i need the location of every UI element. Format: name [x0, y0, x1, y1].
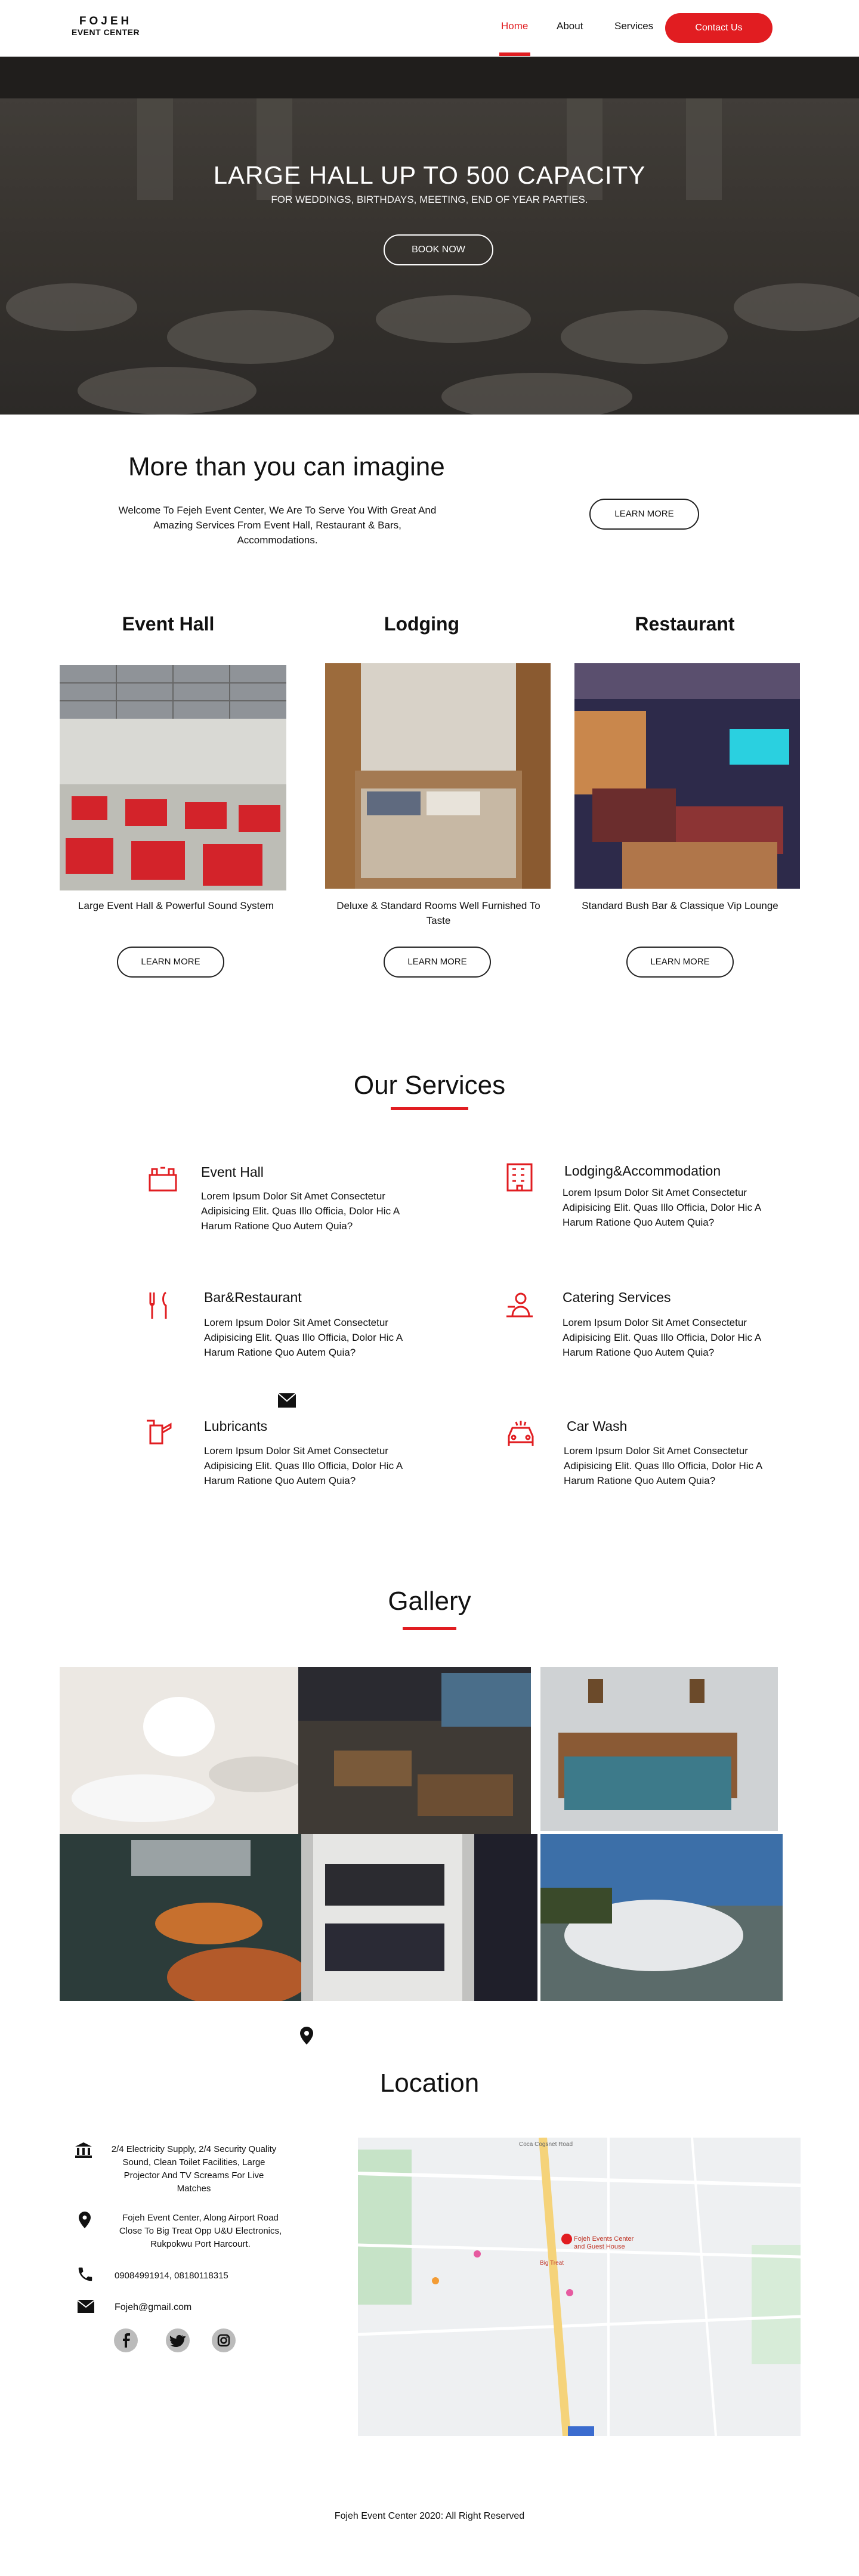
event-hall-learn-more-button[interactable]: LEARN MORE: [117, 947, 224, 978]
email-address[interactable]: Fojeh@gmail.com: [115, 2301, 191, 2314]
twitter-icon[interactable]: [166, 2328, 190, 2352]
service-desc-event-hall: Lorem Ipsum Dolor Sit Amet Consectetur A…: [201, 1190, 400, 1232]
map-road-label: Coca Cogsnet Road: [519, 2141, 573, 2148]
building-icon: [506, 1163, 533, 1192]
lodging-caption: Deluxe & Standard Rooms Well Furnished T…: [336, 900, 540, 926]
logo-line2: EVENT CENTER: [72, 27, 140, 37]
hero-banner: LARGE HALL UP TO 500 CAPACITY FOR WEDDIN…: [0, 57, 859, 415]
gallery-image-car-wash: [540, 1834, 783, 2001]
event-hall-icon: [149, 1167, 177, 1192]
contact-us-button[interactable]: Contact Us: [665, 13, 773, 43]
hero-title: LARGE HALL UP TO 500 CAPACITY: [213, 161, 646, 189]
service-desc-lodging: Lorem Ipsum Dolor Sit Amet Consectetur A…: [563, 1187, 761, 1228]
map-pin-icon: [300, 2027, 313, 2045]
service-desc-car-wash: Lorem Ipsum Dolor Sit Amet Consectetur A…: [564, 1445, 762, 1486]
map-venue-label: Fojeh Events Center and Guest House: [574, 2235, 634, 2250]
location-heading: Location: [379, 2068, 480, 2098]
amenities-text: 2/4 Electricity Supply, 2/4 Security Qua…: [111, 2144, 277, 2194]
nav-services[interactable]: Services: [614, 20, 653, 32]
facebook-icon[interactable]: [114, 2328, 138, 2352]
logo-line1: FOJEH: [79, 15, 132, 27]
navbar: FOJEH EVENT CENTER Home About Services C…: [0, 0, 859, 57]
hero-subtitle: FOR WEDDINGS, BIRTHDAYS, MEETING, END OF…: [271, 194, 588, 205]
lodging-learn-more-button[interactable]: LEARN MORE: [384, 947, 491, 978]
service-name-lodging: Lodging&Accommodation: [564, 1163, 721, 1179]
lodging-image: [325, 663, 551, 889]
event-hall-image: [60, 665, 286, 890]
category-title-event-hall: Event Hall: [122, 613, 215, 635]
service-desc-bar-restaurant: Lorem Ipsum Dolor Sit Amet Consectetur A…: [204, 1317, 403, 1358]
restaurant-image: [574, 663, 800, 889]
oil-can-icon: [147, 1420, 172, 1445]
car-icon: [508, 1421, 534, 1446]
category-title-lodging: Lodging: [384, 613, 460, 635]
intro-text: Welcome To Fejeh Event Center, We Are To…: [118, 505, 437, 546]
mail-icon: [277, 1393, 296, 1408]
services-heading: Our Services: [353, 1071, 506, 1100]
instagram-icon[interactable]: [212, 2328, 236, 2352]
phone-icon: [78, 2267, 92, 2281]
location-pin-icon: [79, 2212, 91, 2228]
gallery-image-lubricant-shelf: [301, 1834, 537, 2001]
gallery-image-bedroom: [540, 1667, 778, 1831]
gallery-heading: Gallery: [388, 1587, 471, 1616]
fork-knife-icon: [149, 1291, 167, 1319]
services-underline: [391, 1107, 468, 1110]
nav-about[interactable]: About: [557, 20, 583, 32]
event-hall-caption: Large Event Hall & Powerful Sound System: [78, 900, 274, 911]
service-name-catering: Catering Services: [563, 1289, 671, 1305]
restaurant-learn-more-button[interactable]: LEARN MORE: [626, 947, 734, 978]
service-desc-lubricants: Lorem Ipsum Dolor Sit Amet Consectetur A…: [204, 1445, 403, 1486]
phone-numbers[interactable]: 09084991914, 08180118315: [115, 2269, 228, 2283]
catering-icon: [506, 1292, 533, 1318]
intro-learn-more-button[interactable]: LEARN MORE: [589, 499, 699, 530]
book-now-button[interactable]: BOOK NOW: [384, 234, 493, 265]
restaurant-caption: Standard Bush Bar & Classique Vip Lounge: [582, 900, 778, 911]
gallery-image-restaurant-interior: [298, 1667, 531, 1834]
service-name-event-hall: Event Hall: [201, 1164, 264, 1180]
gallery-underline: [403, 1627, 456, 1630]
category-title-restaurant: Restaurant: [635, 613, 735, 635]
service-name-bar-restaurant: Bar&Restaurant: [204, 1289, 302, 1305]
service-name-car-wash: Car Wash: [567, 1418, 628, 1434]
service-desc-catering: Lorem Ipsum Dolor Sit Amet Consectetur A…: [563, 1317, 761, 1358]
gallery-image-wedding-tables: [60, 1667, 298, 1834]
logo[interactable]: FOJEH EVENT CENTER: [72, 16, 140, 38]
map-shop-label: Big Treat: [540, 2260, 564, 2266]
location-map[interactable]: Fojeh Events Center and Guest House Coca…: [358, 2138, 801, 2436]
nav-active-indicator: [499, 52, 530, 56]
service-name-lubricants: Lubricants: [204, 1418, 268, 1434]
intro-title: More than you can imagine: [128, 452, 445, 481]
nav-home[interactable]: Home: [501, 20, 528, 32]
footer-text: Fojeh Event Center 2020: All Right Reser…: [334, 2511, 525, 2521]
bank-icon: [75, 2142, 92, 2158]
address-text: Fojeh Event Center, Along Airport Road C…: [119, 2213, 282, 2249]
gallery-image-catering-trays: [60, 1834, 301, 2001]
email-icon: [78, 2300, 94, 2313]
